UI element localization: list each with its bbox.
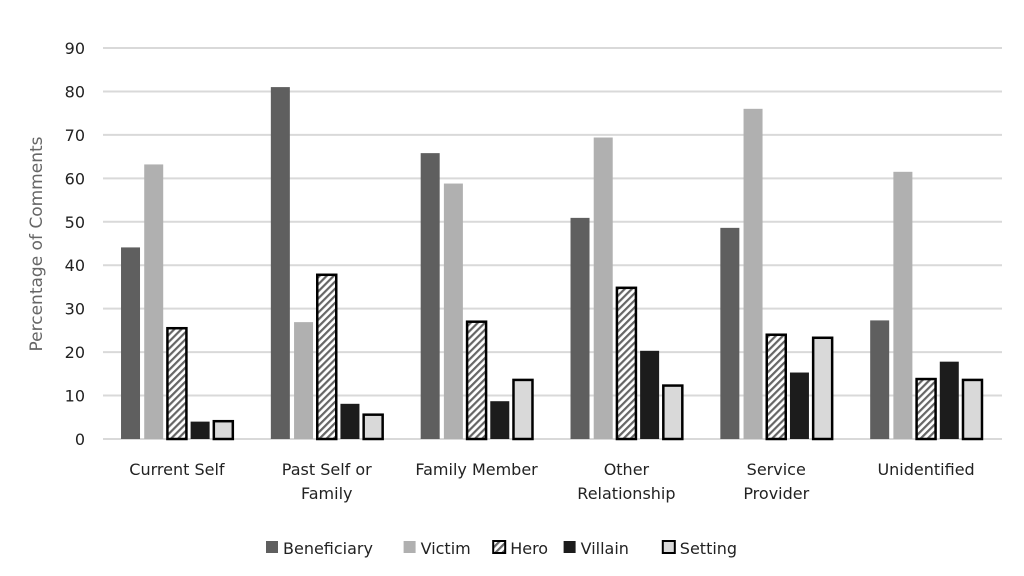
legend-label: Victim: [421, 539, 471, 558]
bar-setting: [662, 384, 684, 441]
x-tick-label: Unidentified: [877, 460, 974, 479]
legend-label: Hero: [510, 539, 548, 558]
bar-setting: [362, 413, 384, 441]
legend-swatch-hero: [492, 540, 507, 554]
y-tick-label: 70: [65, 126, 85, 145]
x-tick-label: Relationship: [577, 484, 675, 503]
x-tick-label: Other: [604, 460, 650, 479]
bar-beneficiary: [121, 247, 141, 439]
bar-villain: [190, 421, 210, 439]
bar-villain: [939, 361, 959, 439]
x-tick-label: Family Member: [415, 460, 538, 479]
x-tick-label: Provider: [743, 484, 809, 503]
legend-swatch-villain: [563, 541, 576, 553]
bar-setting: [811, 336, 834, 441]
y-tick-label: 50: [65, 213, 85, 232]
x-tick-label: Service: [747, 460, 806, 479]
bar-hero: [615, 286, 638, 441]
bar-villain: [490, 401, 510, 439]
bar-hero: [166, 326, 188, 441]
bar-setting: [512, 378, 534, 441]
bar-chart: 0 10 20 30 40 50 60 70 80 90 Percentage of Commen…: [27, 39, 1002, 558]
legend-swatch-setting: [661, 540, 676, 554]
bar-setting: [961, 378, 984, 441]
legend-label: Setting: [680, 539, 737, 558]
y-tick-label: 30: [65, 300, 85, 319]
bar-hero: [765, 333, 787, 441]
bar-beneficiary: [420, 153, 440, 439]
bar-victim: [743, 108, 763, 440]
y-tick-label: 90: [65, 39, 85, 58]
legend-label: Villain: [581, 539, 629, 558]
bar-beneficiary: [270, 87, 290, 439]
bar-beneficiary: [870, 320, 890, 439]
bar-beneficiary: [720, 227, 740, 439]
legend-label: Beneficiary: [283, 539, 373, 558]
bar-victim: [294, 322, 314, 439]
bar-villain: [789, 372, 809, 439]
bar-victim: [443, 183, 463, 439]
bar-villain: [340, 403, 360, 439]
bar-hero: [465, 320, 488, 441]
x-tick-label: Current Self: [129, 460, 225, 479]
y-tick-label: 10: [65, 387, 85, 406]
x-tick-label: Past Self or: [282, 460, 372, 479]
bar-victim: [144, 164, 164, 440]
bar-hero: [316, 273, 338, 441]
y-tick-label: 60: [65, 169, 85, 188]
x-tick-label: Family: [301, 484, 352, 503]
bar-victim: [893, 171, 913, 440]
bar-hero: [915, 377, 937, 441]
legend-swatch-beneficiary: [266, 541, 278, 553]
bar-victim: [593, 137, 613, 440]
y-tick-label: 20: [65, 343, 85, 362]
bar-villain: [640, 350, 660, 439]
legend-swatch-victim: [403, 541, 416, 553]
y-tick-label: 0: [75, 430, 85, 449]
y-tick-label: 80: [65, 82, 85, 101]
bar-beneficiary: [570, 217, 590, 439]
y-axis-label: Percentage of Comments: [27, 136, 47, 351]
bar-setting: [212, 419, 235, 441]
y-tick-label: 40: [65, 256, 85, 275]
